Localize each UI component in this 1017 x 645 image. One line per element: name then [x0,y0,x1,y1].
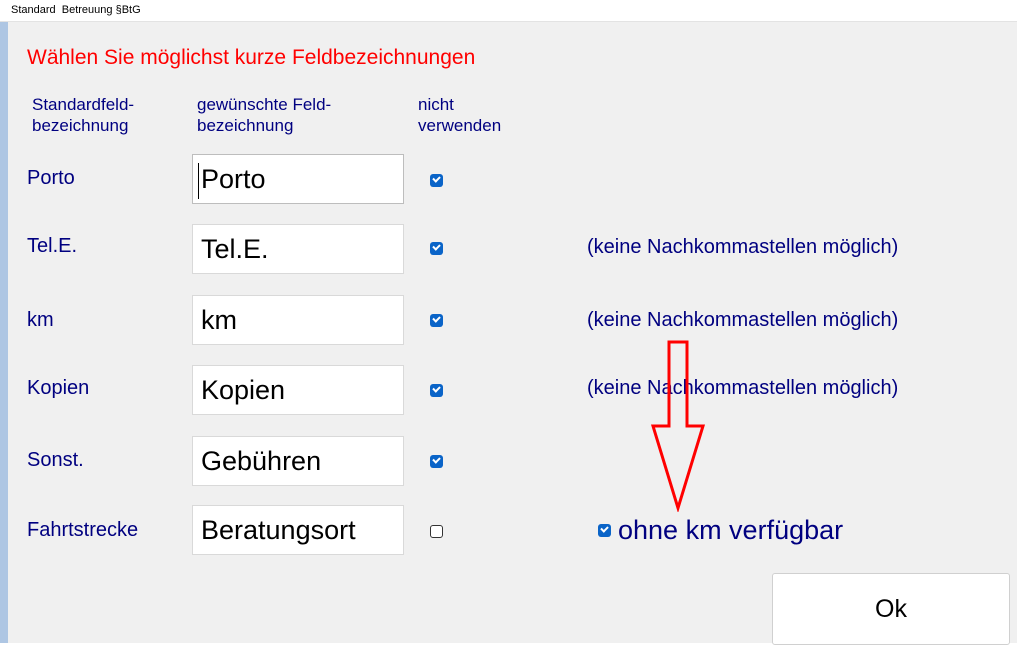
text-caret [198,163,199,199]
row-label-tel-e: Tel.E. [27,235,78,257]
field-fahrtstrecke-input[interactable] [192,505,404,555]
row-label-kopien: Kopien [27,377,90,399]
note-km: (keine Nachkommastellen möglich) [587,309,899,331]
column-header-not-used: nicht verwenden [418,95,502,135]
not-used-checkbox-sonst[interactable] [430,455,443,468]
row-label-sonst: Sonst. [27,449,84,471]
note-tel-e: (keine Nachkommastellen möglich) [587,236,899,258]
not-used-checkbox-porto[interactable] [430,174,443,187]
window-left-edge [0,22,8,643]
not-used-checkbox-tel-e[interactable] [430,242,443,255]
column-header-desired: gewünschte Feld- bezeichnung [197,95,332,135]
not-used-checkbox-km[interactable] [430,314,443,327]
row-label-fahrtstrecke: Fahrtstrecke [27,519,139,541]
not-used-checkbox-kopien[interactable] [430,384,443,397]
option-without-km-checkbox[interactable] [598,524,611,537]
field-tel-e-input[interactable] [192,224,404,274]
window-title: Standard Betreuung §BtG [11,4,141,16]
row-label-porto: Porto [27,167,75,189]
note-kopien: (keine Nachkommastellen möglich) [587,377,899,399]
field-kopien-input[interactable] [192,365,404,415]
row-label-km: km [27,309,54,331]
down-arrow-icon [650,340,706,512]
column-header-standard: Standardfeld- bezeichnung [32,95,135,135]
option-without-km-label: ohne km verfügbar [618,515,844,545]
not-used-checkbox-fahrtstrecke[interactable] [430,525,443,538]
instruction-heading: Wählen Sie möglichst kurze Feldbezeichnu… [27,46,476,69]
dialog-window: Standard Betreuung §BtG Wählen Sie mögli… [0,0,1017,645]
field-sonst-input[interactable] [192,436,404,486]
ok-button[interactable]: Ok [772,573,1010,645]
title-bar: Standard Betreuung §BtG [0,0,1017,22]
field-km-input[interactable] [192,295,404,345]
field-porto-input[interactable] [192,154,404,204]
